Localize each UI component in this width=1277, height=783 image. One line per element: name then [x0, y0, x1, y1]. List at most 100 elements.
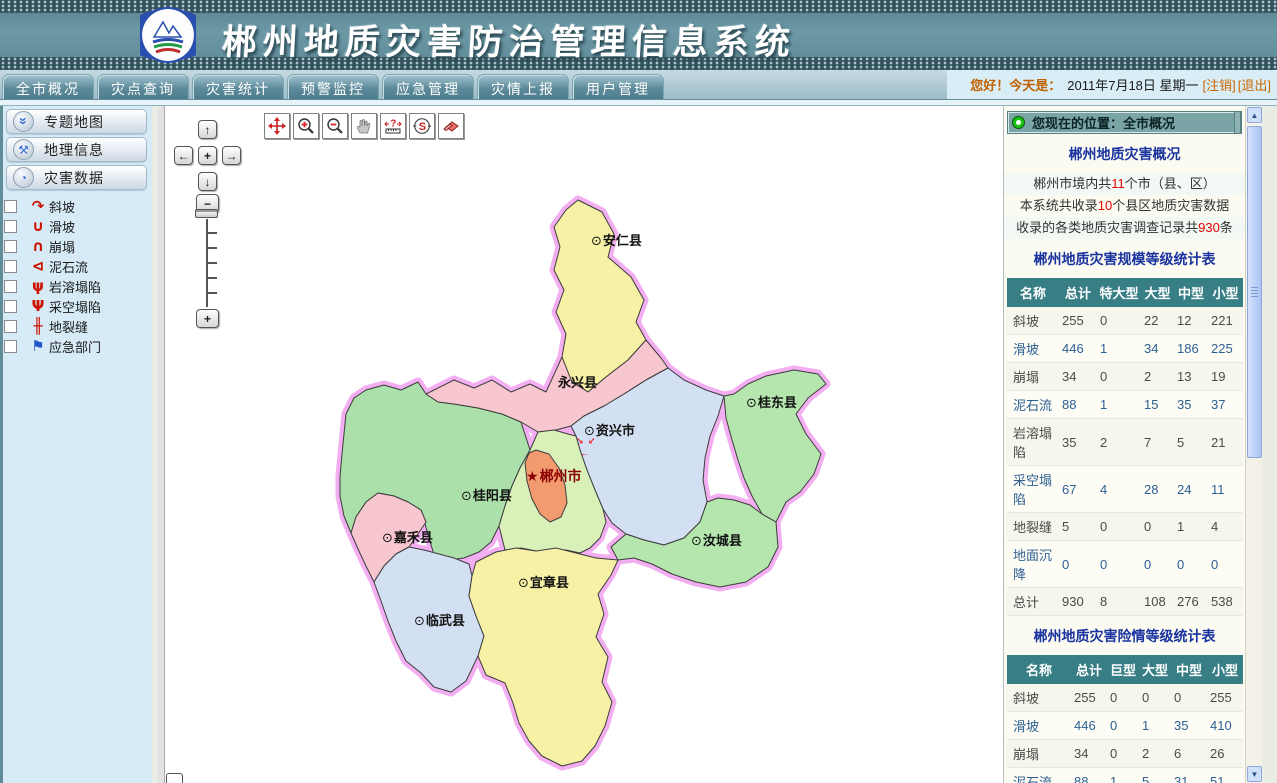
- pan-up-button[interactable]: ↑: [198, 120, 217, 139]
- tab-2[interactable]: 灾点查询: [97, 74, 189, 99]
- value-cell: 0: [1097, 307, 1141, 335]
- map-label-anren[interactable]: 安仁县: [591, 230, 642, 249]
- value-cell: 446: [1059, 335, 1097, 363]
- exit-link[interactable]: [退出]: [1238, 75, 1271, 94]
- map-area[interactable]: ↘↙← 安仁县 永兴县 资兴市 桂东县 郴州市 桂阳县 嘉禾县 汝城县 宜章县 …: [158, 106, 1003, 783]
- svg-text:?: ?: [390, 119, 396, 130]
- sidebar-section-1[interactable]: »专题地图: [6, 109, 147, 134]
- map-label-yongxing[interactable]: 永兴县: [558, 372, 597, 391]
- tab-1[interactable]: 全市概况: [2, 74, 94, 99]
- tab-5[interactable]: 应急管理: [382, 74, 474, 99]
- measure-tool[interactable]: ?: [380, 113, 406, 139]
- layer-checkbox[interactable]: [4, 200, 17, 213]
- column-header: 名称: [1007, 655, 1071, 684]
- sidebar-section-label: 地理信息: [44, 140, 104, 160]
- map-label-zixing[interactable]: 资兴市: [584, 420, 635, 439]
- value-cell: 31: [1171, 768, 1207, 783]
- county-marker-icon: [414, 613, 426, 628]
- layer-checkbox[interactable]: [4, 300, 17, 313]
- map-label-linwu[interactable]: 临武县: [414, 610, 465, 629]
- scale-tool[interactable]: S: [409, 113, 435, 139]
- scroll-thumb[interactable]: [1247, 126, 1262, 458]
- layer-checkbox[interactable]: [4, 340, 17, 353]
- pan-down-button[interactable]: ↓: [198, 172, 217, 191]
- table-row: 岩溶塌陷3527521: [1007, 419, 1243, 466]
- debris-flow-icon: ⊲: [27, 257, 49, 275]
- value-cell: 6: [1171, 740, 1207, 768]
- eraser-tool[interactable]: [438, 113, 464, 139]
- sidebar-section-2[interactable]: ⚒地理信息: [6, 137, 147, 162]
- pan-tool[interactable]: [264, 113, 290, 139]
- value-cell: 2: [1097, 419, 1141, 466]
- table-row: 采空塌陷674282411: [1007, 466, 1243, 513]
- value-cell: 22: [1141, 307, 1174, 335]
- scale-stats-table: 名称总计特大型大型中型小型斜坡25502212221滑坡446134186225…: [1007, 278, 1243, 616]
- scroll-up-button[interactable]: ▲: [1247, 107, 1262, 123]
- column-header: 大型: [1141, 278, 1174, 307]
- value-cell: 0: [1097, 541, 1141, 588]
- value-cell: 11: [1208, 466, 1243, 513]
- value-cell: 1: [1097, 391, 1141, 419]
- city-star-icon: [526, 468, 540, 484]
- map-label-yizhang[interactable]: 宜章县: [518, 572, 569, 591]
- layer-label: 岩溶塌陷: [49, 277, 101, 296]
- value-cell: 446: [1071, 712, 1107, 740]
- zoom-in-tool[interactable]: [293, 113, 319, 139]
- layer-checkbox[interactable]: [4, 220, 17, 233]
- map-label-guiyang[interactable]: 桂阳县: [461, 485, 512, 504]
- nav-tabs: 全市概况灾点查询灾害统计预警监控应急管理灾情上报用户管理: [2, 74, 664, 99]
- location-bar-deco: [1234, 112, 1241, 133]
- tab-4[interactable]: 预警监控: [287, 74, 379, 99]
- map-label-jiahe[interactable]: 嘉禾县: [382, 527, 433, 546]
- value-cell: 0: [1171, 684, 1207, 712]
- overview-map-toggle-button[interactable]: [166, 773, 183, 783]
- zoom-out-tool[interactable]: [322, 113, 348, 139]
- scroll-down-button[interactable]: ▼: [1247, 766, 1262, 782]
- value-cell: 0: [1208, 541, 1243, 588]
- layer-row: ↷斜坡: [3, 196, 152, 216]
- row-name-cell: 泥石流: [1007, 391, 1059, 419]
- pan-right-button[interactable]: →: [222, 146, 241, 165]
- value-cell: 12: [1174, 307, 1208, 335]
- value-cell: 1: [1097, 335, 1141, 363]
- value-cell: 0: [1107, 684, 1139, 712]
- value-cell: 19: [1208, 363, 1243, 391]
- slope-icon: ↷: [27, 197, 49, 215]
- table-row: 崩塌3402626: [1007, 740, 1243, 768]
- map-label-rucheng[interactable]: 汝城县: [691, 530, 742, 549]
- zoom-in-step-button[interactable]: +: [196, 309, 219, 328]
- value-cell: 51: [1207, 768, 1243, 783]
- tab-6[interactable]: 灾情上报: [477, 74, 569, 99]
- overview-line-pre: 收录的各类地质灾害调查记录共: [1016, 220, 1198, 235]
- pan-center-button[interactable]: +: [198, 146, 217, 165]
- county-marker-icon: [382, 530, 394, 545]
- chenzhou-map[interactable]: ↘↙←: [164, 106, 1009, 783]
- value-cell: 0: [1141, 513, 1174, 541]
- zoom-slider-thumb[interactable]: [195, 209, 218, 218]
- layer-row: ╫地裂缝: [3, 316, 152, 336]
- hand-tool[interactable]: [351, 113, 377, 139]
- layer-checkbox[interactable]: [4, 260, 17, 273]
- pan-left-button[interactable]: ←: [174, 146, 193, 165]
- value-cell: 5: [1139, 768, 1171, 783]
- panel-scrollbar[interactable]: ▲ ▼: [1245, 106, 1262, 783]
- column-header: 大型: [1139, 655, 1171, 684]
- value-cell: 37: [1208, 391, 1243, 419]
- logout-link[interactable]: [注销]: [1203, 75, 1236, 94]
- landslide-icon: ∪: [27, 217, 49, 235]
- value-cell: 35: [1059, 419, 1097, 466]
- layer-checkbox[interactable]: [4, 320, 17, 333]
- sidebar-section-3[interactable]: ◔灾害数据: [6, 165, 147, 190]
- zoom-slider-track[interactable]: [206, 219, 217, 307]
- overview-line-post: 个市（县、区）: [1125, 176, 1216, 191]
- tab-7[interactable]: 用户管理: [572, 74, 664, 99]
- layer-checkbox[interactable]: [4, 240, 17, 253]
- tab-3[interactable]: 灾害统计: [192, 74, 284, 99]
- map-label-guidong[interactable]: 桂东县: [746, 392, 797, 411]
- layer-label: 泥石流: [49, 257, 88, 276]
- overview-line-pre: 郴州市境内共: [1033, 176, 1111, 191]
- danger-stats-table: 名称总计巨型大型中型小型斜坡255000255滑坡4460135410崩塌340…: [1007, 655, 1243, 783]
- map-label-chenzhou[interactable]: 郴州市: [526, 466, 582, 486]
- layer-label: 滑坡: [49, 217, 75, 236]
- layer-checkbox[interactable]: [4, 280, 17, 293]
